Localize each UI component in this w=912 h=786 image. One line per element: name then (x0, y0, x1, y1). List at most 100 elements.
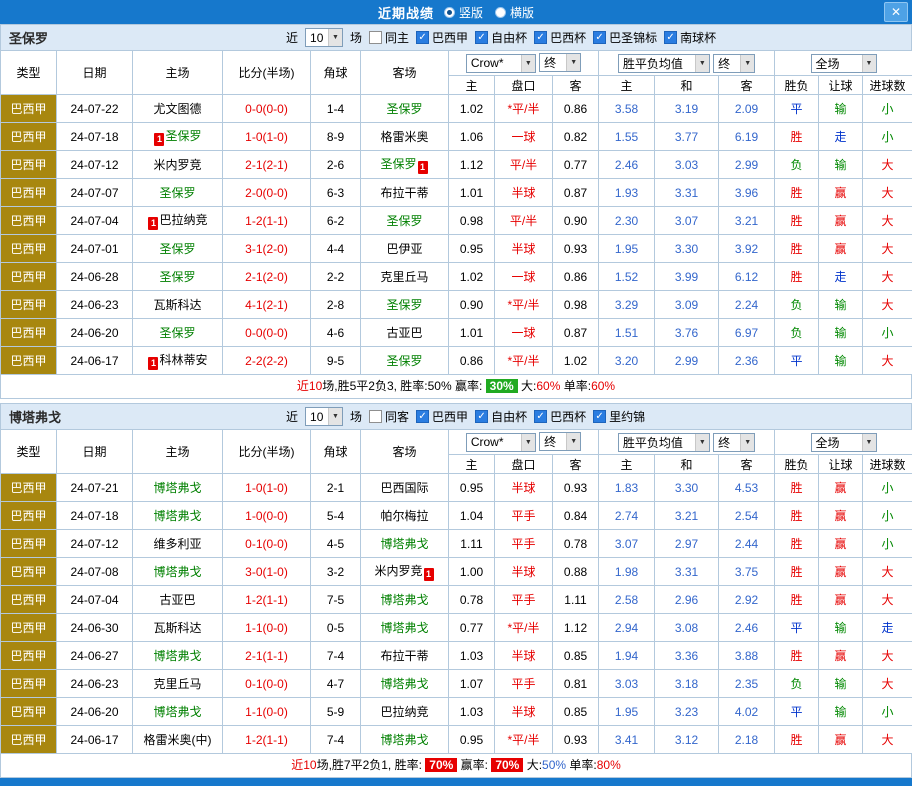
wl-result-cell: 胜 (775, 586, 819, 614)
league-filter-checkbox[interactable]: ✓自由杯 (475, 29, 527, 46)
match-row: 巴西甲24-06-23克里丘马0-1(0-0)4-7博塔弗戈1.07平手0.81… (1, 670, 912, 698)
goals-result-cell: 大 (863, 263, 912, 291)
handicap-result-cell: 输 (819, 95, 863, 123)
team-name: 博塔弗戈 (1, 407, 286, 426)
date-cell: 24-07-08 (57, 558, 133, 586)
col-odds-home: 主 (449, 76, 495, 95)
league-filter-checkbox[interactable]: ✓里约锦 (593, 408, 645, 425)
corner-cell: 7-4 (311, 642, 361, 670)
titlebar: 近期战绩 竖版 横版 ✕ (0, 0, 912, 24)
horizontal-view-radio[interactable]: 横版 (495, 4, 534, 21)
league-cell: 巴西甲 (1, 263, 57, 291)
games-count-select[interactable]: 10 ▼ (305, 28, 343, 47)
avg-draw-cell: 3.99 (655, 263, 719, 291)
team-name: 尤文图德 (153, 102, 201, 116)
avg-draw-cell: 2.96 (655, 586, 719, 614)
matches-table-1: 类型 日期 主场 比分(半场) 角球 客场 Crow*▼ 终▼ 胜平负均值▼ 终… (0, 429, 912, 754)
home-team-cell: 克里丘马 (133, 670, 223, 698)
same-side-checkbox[interactable]: 同主 (369, 29, 409, 46)
wl-result-cell: 平 (775, 614, 819, 642)
team-name: 圣保罗 (159, 326, 195, 340)
league-filter-group: ✓巴西甲 ✓自由杯 ✓巴西杯 ✓里约锦 (416, 408, 645, 425)
final-select[interactable]: 终▼ (713, 433, 755, 452)
match-row: 巴西甲24-06-20圣保罗0-0(0-0)4-6古亚巴1.01一球0.871.… (1, 319, 912, 347)
handicap-result-cell: 赢 (819, 474, 863, 502)
final-select[interactable]: 终▼ (713, 54, 755, 73)
bookmaker-select[interactable]: Crow* ▼ (466, 54, 536, 73)
footer-stat-segment: 单率: (560, 379, 591, 393)
away-team-cell: 博塔弗戈 (361, 586, 449, 614)
avg-draw-cell: 3.19 (655, 95, 719, 123)
avg-draw-cell: 3.18 (655, 670, 719, 698)
score-cell: 1-1(0-0) (223, 614, 311, 642)
avg-win-cell: 1.83 (599, 474, 655, 502)
match-row: 巴西甲24-06-27博塔弗戈2-1(1-1)7-4布拉干蒂1.03半球0.85… (1, 642, 912, 670)
goals-result-cell: 大 (863, 347, 912, 375)
league-filter-checkbox[interactable]: ✓巴西甲 (416, 408, 468, 425)
league-filter-checkbox[interactable]: ✓巴圣锦标 (593, 29, 657, 46)
col-corner: 角球 (311, 51, 361, 95)
score-cell: 2-1(1-1) (223, 642, 311, 670)
team-name: 米内罗竞1 (374, 564, 434, 578)
league-filter-checkbox[interactable]: ✓南球杯 (664, 29, 716, 46)
home-odds-cell: 1.12 (449, 151, 495, 179)
home-team-cell: 圣保罗 (133, 235, 223, 263)
checkbox-icon: ✓ (664, 31, 677, 44)
home-team-cell: 米内罗竞 (133, 151, 223, 179)
league-filter-checkbox[interactable]: ✓巴西杯 (534, 29, 586, 46)
league-cell: 巴西甲 (1, 698, 57, 726)
league-filter-label: 自由杯 (491, 408, 527, 425)
corner-cell: 9-5 (311, 347, 361, 375)
home-team-cell: 1圣保罗 (133, 123, 223, 151)
final-select[interactable]: 终▼ (539, 53, 581, 72)
corner-cell: 7-5 (311, 586, 361, 614)
avg-win-cell: 3.03 (599, 670, 655, 698)
handicap-cell: 半球 (495, 474, 553, 502)
league-filter-checkbox[interactable]: ✓自由杯 (475, 408, 527, 425)
same-side-checkbox[interactable]: 同客 (369, 408, 409, 425)
filters-0: 近 10 ▼ 场 同主 ✓巴西甲✓自由杯✓巴西杯✓巴圣锦标✓南球杯 (286, 28, 716, 47)
home-team-cell: 博塔弗戈 (133, 502, 223, 530)
goals-result-cell: 大 (863, 151, 912, 179)
dropdown-arrow-icon: ▼ (521, 55, 535, 72)
avg-win-cell: 1.95 (599, 235, 655, 263)
wl-result-cell: 胜 (775, 530, 819, 558)
avg-lose-cell: 4.02 (719, 698, 775, 726)
checkbox-icon: ✓ (593, 31, 606, 44)
handicap-cell: 半球 (495, 179, 553, 207)
away-odds-cell: 1.11 (553, 586, 599, 614)
avg-draw-cell: 3.03 (655, 151, 719, 179)
full-match-select[interactable]: 全场▼ (811, 433, 877, 452)
titlebar-center: 近期战绩 竖版 横版 (0, 3, 912, 22)
league-filter-checkbox[interactable]: ✓巴西杯 (534, 408, 586, 425)
match-row: 巴西甲24-06-20博塔弗戈1-1(0-0)5-9巴拉纳竞1.03半球0.85… (1, 698, 912, 726)
games-count-select[interactable]: 10 ▼ (305, 407, 343, 426)
team-name: 1科林蒂安 (147, 353, 207, 367)
select-value: Crow* (471, 56, 504, 70)
league-cell: 巴西甲 (1, 347, 57, 375)
games-label: 场 (350, 29, 362, 46)
wdl-average-select[interactable]: 胜平负均值▼ (618, 54, 710, 73)
away-odds-cell: 0.93 (553, 235, 599, 263)
avg-lose-cell: 3.88 (719, 642, 775, 670)
avg-lose-cell: 6.19 (719, 123, 775, 151)
red-card-icon: 1 (418, 161, 428, 174)
league-cell: 巴西甲 (1, 123, 57, 151)
league-filter-checkbox[interactable]: ✓巴西甲 (416, 29, 468, 46)
league-cell: 巴西甲 (1, 642, 57, 670)
avg-win-cell: 2.30 (599, 207, 655, 235)
handicap-result-cell: 赢 (819, 558, 863, 586)
wl-result-cell: 平 (775, 698, 819, 726)
final-select[interactable]: 终▼ (539, 432, 581, 451)
corner-cell: 5-4 (311, 502, 361, 530)
away-odds-cell: 0.93 (553, 726, 599, 754)
bookmaker-select[interactable]: Crow*▼ (466, 433, 536, 452)
wdl-average-select[interactable]: 胜平负均值▼ (618, 433, 710, 452)
away-team-cell: 圣保罗 (361, 95, 449, 123)
checkbox-icon (369, 410, 382, 423)
handicap-result-cell: 赢 (819, 530, 863, 558)
vertical-view-radio[interactable]: 竖版 (444, 4, 483, 21)
home-odds-cell: 0.77 (449, 614, 495, 642)
full-match-select[interactable]: 全场▼ (811, 54, 877, 73)
close-button[interactable]: ✕ (884, 2, 908, 22)
